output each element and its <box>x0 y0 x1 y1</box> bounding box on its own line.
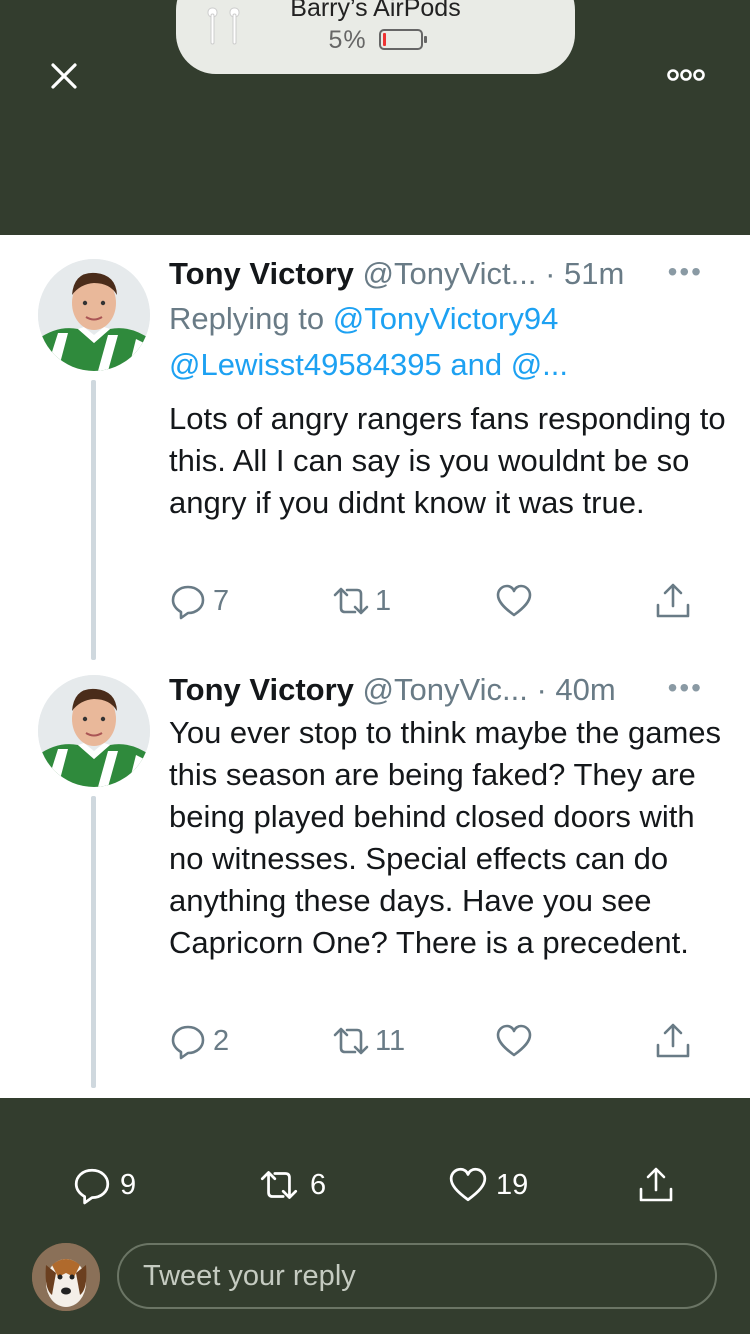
tweet-actions: 2 11 <box>169 1016 709 1066</box>
reply-icon <box>171 1025 205 1060</box>
reply-count: 2 <box>213 1024 230 1057</box>
main-like-count: 19 <box>496 1168 529 1201</box>
replying-to-line2[interactable]: @Lewisst49584395 and @... <box>169 342 568 388</box>
retweet-icon <box>333 1027 369 1055</box>
tweet-1: Tony Victory @TonyVict... · 51m ••• Repl… <box>0 254 750 674</box>
like-icon <box>449 1167 487 1202</box>
tweet-header: Tony Victory @TonyVict... · 51m ••• <box>169 254 729 294</box>
replying-to: Replying to @TonyVictory94 <box>169 296 558 342</box>
avatar-image <box>38 259 150 371</box>
share-icon <box>656 583 690 618</box>
retweet-button[interactable]: 11 <box>329 1016 405 1066</box>
my-avatar[interactable] <box>32 1243 100 1311</box>
reply-button[interactable]: 7 <box>169 576 229 626</box>
main-like-button[interactable]: 19 <box>448 1160 528 1210</box>
bottom-bar: 9 6 19 <box>0 1098 750 1334</box>
retweet-count: 11 <box>375 1024 406 1057</box>
tweet-actions: 7 1 <box>169 576 709 626</box>
timestamp: · 51m <box>545 256 625 291</box>
thread-line <box>91 380 96 660</box>
battery-icon <box>378 28 427 50</box>
share-icon <box>639 1167 673 1202</box>
my-avatar-image <box>32 1243 100 1311</box>
reply-count: 7 <box>213 584 230 617</box>
main-retweet-button[interactable]: 6 <box>256 1160 326 1210</box>
timestamp: · 40m <box>536 672 616 707</box>
airpods-name: Barry’s AirPods <box>290 0 461 22</box>
tweet-body: You ever stop to think maybe the games t… <box>169 715 722 960</box>
airpods-battery-row: 5% <box>176 26 575 55</box>
main-share-button[interactable] <box>636 1160 676 1210</box>
replying-prefix: Replying to <box>169 301 333 336</box>
tweet-header: Tony Victory @TonyVic... · 40m ••• <box>169 670 729 710</box>
tweet-more-icon[interactable]: ••• <box>668 254 703 290</box>
like-icon <box>496 1024 532 1057</box>
airpods-battery-percent: 5% <box>328 26 367 54</box>
retweet-count: 1 <box>375 584 392 617</box>
main-retweet-count: 6 <box>310 1168 327 1201</box>
share-button[interactable] <box>653 576 693 626</box>
share-icon <box>656 1023 690 1058</box>
retweet-button[interactable]: 1 <box>329 576 391 626</box>
like-button[interactable] <box>495 1016 533 1066</box>
handle[interactable]: @TonyVic... <box>363 672 528 707</box>
tweet-2: Tony Victory @TonyVic... · 40m ••• You e… <box>0 670 750 1098</box>
reply-icon <box>74 1168 110 1205</box>
replying-to-link[interactable]: @TonyVictory94 <box>333 301 559 336</box>
tweet-reply-input[interactable] <box>117 1243 717 1309</box>
retweet-icon <box>333 587 369 615</box>
like-icon <box>496 584 532 617</box>
reply-icon <box>171 585 205 620</box>
close-icon[interactable] <box>44 56 84 96</box>
tweet-more-icon[interactable]: ••• <box>668 670 703 706</box>
handle[interactable]: @TonyVict... <box>363 256 537 291</box>
like-button[interactable] <box>495 576 533 626</box>
tweet-body: Lots of angry rangers fans responding to… <box>169 401 726 520</box>
retweet-icon <box>260 1171 298 1199</box>
thread-line <box>91 796 96 1088</box>
avatar[interactable] <box>38 675 150 787</box>
airpods-banner: Barry’s AirPods 5% <box>176 0 575 74</box>
display-name[interactable]: Tony Victory <box>169 672 354 707</box>
main-reply-button[interactable]: 9 <box>72 1160 136 1210</box>
share-button[interactable] <box>653 1016 693 1066</box>
top-bar: Barry’s AirPods 5% <box>0 0 750 235</box>
more-icon[interactable] <box>660 60 712 90</box>
battery-fill <box>382 32 386 46</box>
display-name[interactable]: Tony Victory <box>169 256 354 291</box>
avatar[interactable] <box>38 259 150 371</box>
main-reply-count: 9 <box>120 1168 137 1201</box>
avatar-image <box>38 675 150 787</box>
reply-button[interactable]: 2 <box>169 1016 229 1066</box>
